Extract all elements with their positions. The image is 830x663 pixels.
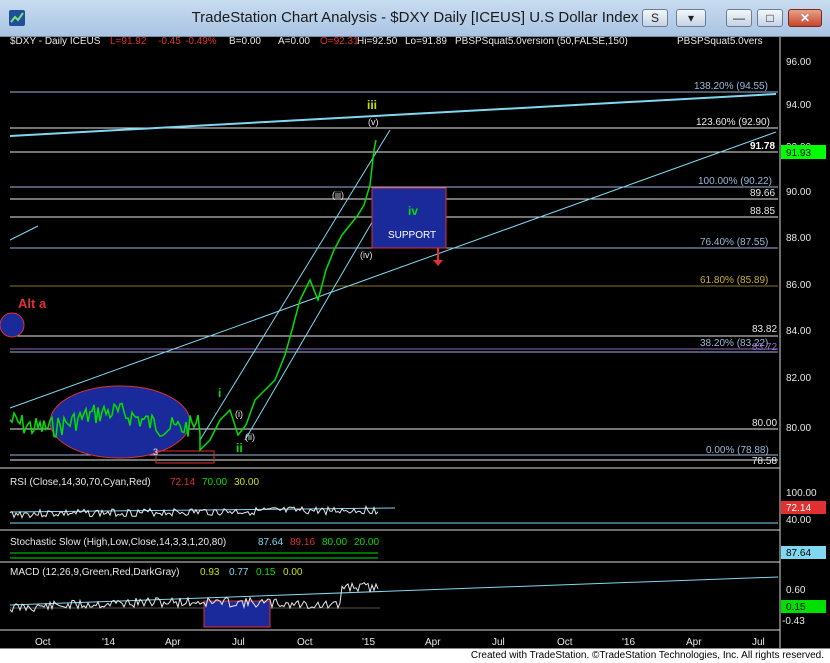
wave-label-i-small: (i) xyxy=(235,409,243,419)
wave-label-ii: ii xyxy=(236,441,243,455)
level-label: 80.00 xyxy=(752,418,777,429)
price-tick: 94.00 xyxy=(786,100,811,111)
time-tick: Oct xyxy=(297,637,313,648)
alt-a-label: Alt a xyxy=(18,296,47,311)
price-tick: 86.00 xyxy=(786,280,811,291)
macd-axis: -0.43 xyxy=(782,616,805,627)
s-button[interactable]: S xyxy=(642,9,668,27)
rsi-axis: 100.00 xyxy=(786,488,817,499)
rsi-v3: 30.00 xyxy=(234,477,259,488)
rsi-axis: 40.00 xyxy=(786,515,811,526)
minimize-button[interactable]: — xyxy=(726,9,752,27)
price-tick: 88.00 xyxy=(786,233,811,244)
footer: Created with TradeStation. ©TradeStation… xyxy=(0,648,830,663)
header-study1: PBSPSquat5.0version (50,FALSE,150) xyxy=(455,37,628,47)
macd-v2: 0.77 xyxy=(229,567,249,578)
price-tick: 84.00 xyxy=(786,326,811,337)
macd-axis: 0.60 xyxy=(786,585,806,596)
level-label: 88.85 xyxy=(750,206,775,217)
wave-label-v: (v) xyxy=(368,117,379,127)
header-symbol: $DXY - Daily ICEUS xyxy=(10,37,101,47)
wave-label-3: 3 xyxy=(153,447,158,457)
macd-v1: 0.93 xyxy=(200,567,220,578)
header-ask: A=0.00 xyxy=(278,37,310,47)
macd-badge: 0.15 xyxy=(786,602,806,613)
macd-label: MACD (12,26,9,Green,Red,DarkGray) xyxy=(10,567,180,578)
price-tick: 82.00 xyxy=(786,373,811,384)
title-bar: TradeStation Chart Analysis - $DXY Daily… xyxy=(0,0,830,37)
header-open: O=92.31 xyxy=(320,37,359,47)
wave-label-iv: iv xyxy=(408,204,418,218)
stoch-v1: 87.64 xyxy=(258,537,283,548)
rsi-badge: 72.14 xyxy=(786,503,811,514)
time-tick: '16 xyxy=(622,637,635,648)
header-pct: -0.49% xyxy=(185,37,217,47)
level-label: 91.78 xyxy=(750,141,775,152)
rsi-v1: 72.14 xyxy=(170,477,195,488)
fib-label: 123.60% (92.90) xyxy=(696,117,770,128)
chart-dropdown-button[interactable]: ▾ xyxy=(676,9,706,27)
wave-label-ii-small: (ii) xyxy=(245,432,255,442)
time-tick: '15 xyxy=(362,637,375,648)
copyright-text: Created with TradeStation. ©TradeStation… xyxy=(470,650,824,661)
header-bid: B=0.00 xyxy=(229,37,261,47)
fib-label: 76.40% (87.55) xyxy=(700,237,768,248)
maximize-button[interactable]: □ xyxy=(757,9,783,27)
time-tick: Oct xyxy=(35,637,51,648)
stoch-v2: 89.16 xyxy=(290,537,315,548)
stoch-v3: 80.00 xyxy=(322,537,347,548)
wave-label-iii-small: (iii) xyxy=(332,190,344,200)
macd-v3: 0.15 xyxy=(256,567,276,578)
support-label: SUPPORT xyxy=(388,230,436,241)
time-tick: Jul xyxy=(752,637,765,648)
macd-v4: 0.00 xyxy=(283,567,303,578)
time-tick: Jul xyxy=(232,637,245,648)
time-tick: Oct xyxy=(557,637,573,648)
level-label: 78.58 xyxy=(752,456,777,467)
price-tick: 96.00 xyxy=(786,57,811,68)
fib-label: 0.00% (78.88) xyxy=(706,445,769,456)
stoch-label: Stochastic Slow (High,Low,Close,14,3,3,1… xyxy=(10,537,226,548)
alt-a-ellipse xyxy=(0,312,25,338)
macd-box xyxy=(203,600,271,628)
time-tick: Jul xyxy=(492,637,505,648)
header-low: Lo=91.89 xyxy=(405,37,447,47)
price-badge: 91.93 xyxy=(786,148,811,159)
level-label: 83.82 xyxy=(752,324,777,335)
stoch-v4: 20.00 xyxy=(354,537,379,548)
wave-label-iii: iii xyxy=(367,98,377,112)
level-label: 83.72 xyxy=(752,342,777,353)
header-high: Hi=92.50 xyxy=(357,37,398,47)
stoch-badge: 87.64 xyxy=(786,548,811,559)
rsi-v2: 70.00 xyxy=(202,477,227,488)
time-tick: Apr xyxy=(686,637,702,648)
header-study2: PBSPSquat5.0vers xyxy=(677,37,763,47)
time-tick: '14 xyxy=(102,637,115,648)
close-button[interactable]: ✕ xyxy=(788,9,822,27)
fib-label: 61.80% (85.89) xyxy=(700,275,768,286)
chart-area[interactable]: $DXY - Daily ICEUS L=91.92 -0.45 -0.49% … xyxy=(0,37,830,648)
header-change: -0.45 xyxy=(158,37,181,47)
wave-label-i: i xyxy=(218,386,221,400)
price-tick: 80.00 xyxy=(786,423,811,434)
time-tick: Apr xyxy=(425,637,441,648)
fib-label: 100.00% (90.22) xyxy=(698,176,772,187)
price-tick: 90.00 xyxy=(786,187,811,198)
header-last: L=91.92 xyxy=(110,37,147,47)
wave-label-iv-small: (iv) xyxy=(360,250,373,260)
fib-label: 138.20% (94.55) xyxy=(694,81,768,92)
time-tick: Apr xyxy=(165,637,181,648)
rsi-label: RSI (Close,14,30,70,Cyan,Red) xyxy=(10,477,151,488)
level-label: 89.66 xyxy=(750,188,775,199)
